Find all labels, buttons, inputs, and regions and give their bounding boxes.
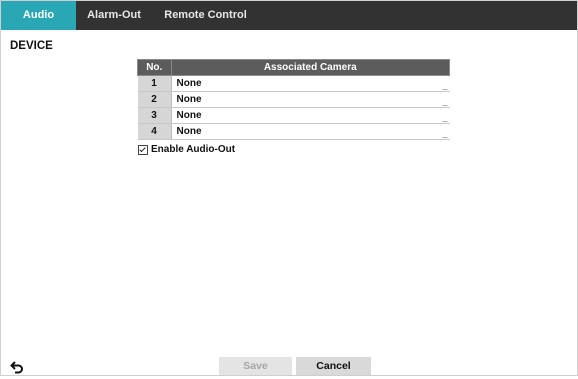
table-row: 1 None _	[137, 75, 450, 92]
camera-select[interactable]: None _	[171, 123, 450, 140]
cancel-button[interactable]: Cancel	[296, 357, 371, 375]
back-arrow-icon	[10, 361, 23, 374]
camera-value: None	[176, 94, 202, 105]
row-number: 4	[137, 123, 172, 140]
enable-audio-out-checkbox[interactable]: Enable Audio-Out	[138, 144, 235, 155]
dropdown-indicator-icon: _	[442, 81, 448, 91]
camera-value: None	[176, 78, 202, 89]
table-header-row: No. Associated Camera	[137, 59, 450, 76]
table-row: 3 None _	[137, 107, 450, 124]
save-button[interactable]: Save	[219, 357, 292, 375]
camera-value: None	[176, 126, 202, 137]
row-number: 3	[137, 107, 172, 124]
dropdown-indicator-icon: _	[442, 113, 448, 123]
checkbox-label: Enable Audio-Out	[151, 144, 236, 155]
back-button[interactable]	[10, 360, 24, 374]
dropdown-indicator-icon: _	[442, 129, 448, 139]
camera-table: No. Associated Camera 1 None _ 2 None _ 3 …	[137, 59, 450, 140]
camera-select[interactable]: None _	[171, 91, 450, 108]
dropdown-indicator-icon: _	[442, 97, 448, 107]
row-number: 1	[137, 75, 172, 92]
table-row: 2 None _	[137, 91, 450, 108]
camera-select[interactable]: None _	[171, 107, 450, 124]
tab-bar: Audio Alarm-Out Remote Control	[1, 1, 577, 30]
row-number: 2	[137, 91, 172, 108]
tab-audio[interactable]: Audio	[1, 1, 76, 30]
table-row: 4 None _	[137, 123, 450, 140]
tab-alarm-out[interactable]: Alarm-Out	[79, 1, 149, 30]
camera-select[interactable]: None _	[171, 75, 450, 92]
column-header-associated-camera: Associated Camera	[170, 59, 450, 76]
audio-settings-window: Audio Alarm-Out Remote Control DEVICE No…	[0, 0, 578, 376]
checkbox-checked-icon	[138, 144, 148, 155]
column-header-no: No.	[137, 59, 172, 76]
camera-value: None	[176, 110, 202, 121]
tab-remote-control[interactable]: Remote Control	[153, 1, 258, 30]
section-title: DEVICE	[10, 40, 53, 52]
